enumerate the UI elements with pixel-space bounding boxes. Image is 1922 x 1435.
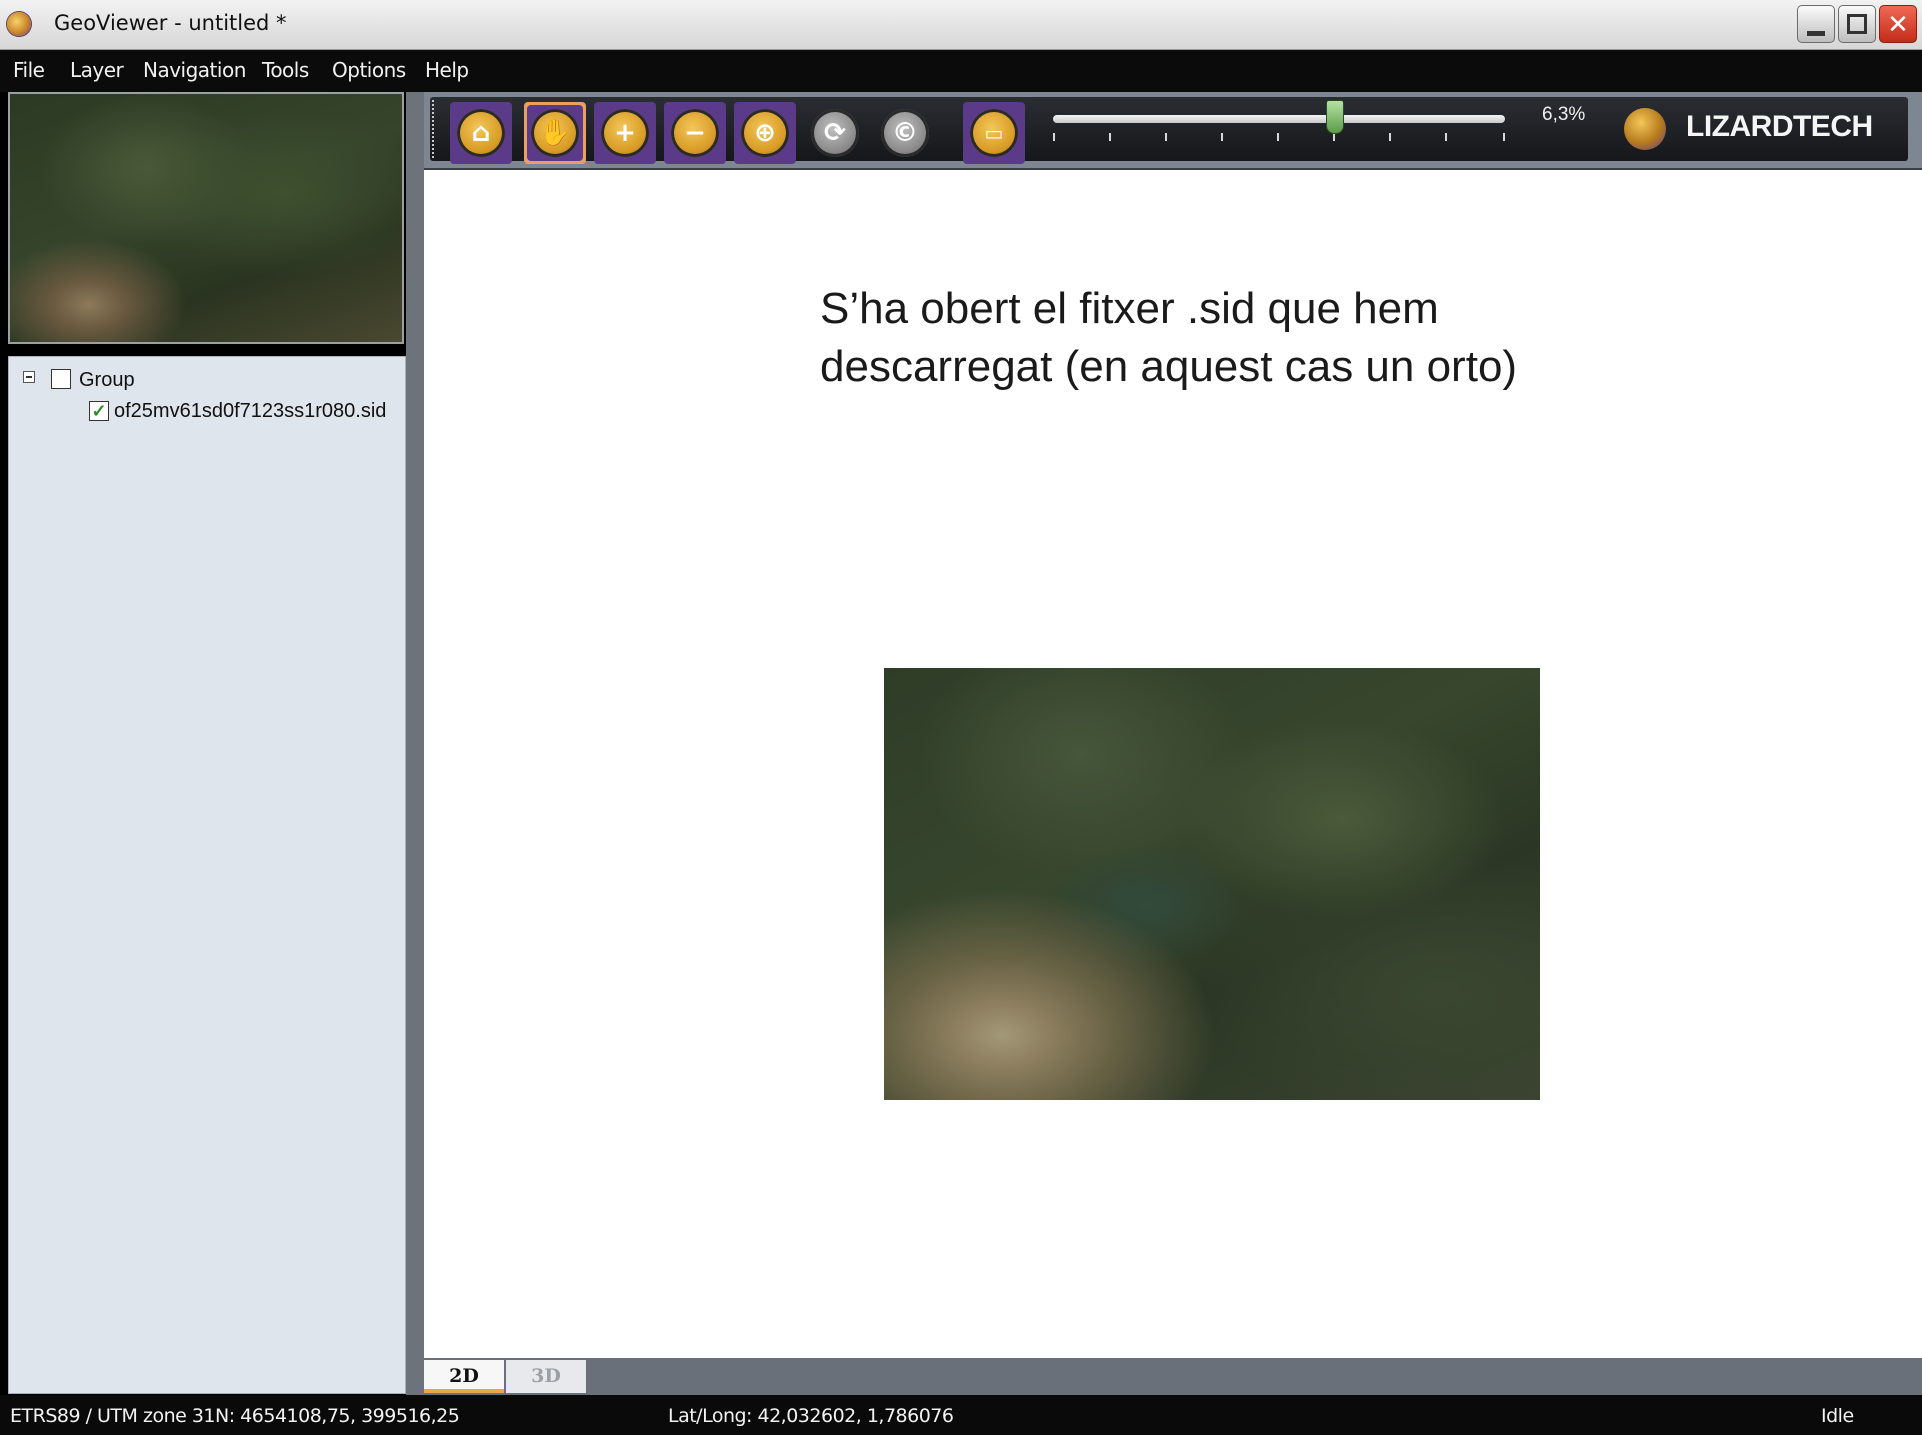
map-canvas[interactable]: S’ha obert el fitxer .sid que hem descar… — [424, 170, 1922, 1358]
home-button[interactable]: ⌂ — [457, 109, 505, 157]
layer-panel: Group ✓ of25mv61sd0f7123ss1r080.sid — [8, 356, 406, 1394]
menu-file[interactable]: File — [13, 58, 45, 82]
ruler-icon: ▭ — [984, 121, 1004, 145]
status-state: Idle — [1821, 1405, 1854, 1427]
sync-button[interactable]: ⟳ — [811, 109, 859, 157]
title-bar: GeoViewer - untitled * ✕ — [0, 0, 1922, 50]
annotation-line-1: S’ha obert el fitxer .sid que hem — [820, 284, 1439, 333]
group-label[interactable]: Group — [79, 369, 135, 392]
collapse-group-icon[interactable] — [23, 371, 35, 383]
overview-map[interactable] — [8, 92, 404, 344]
crosshair-icon: ⊕ — [754, 118, 776, 148]
zoom-in-button[interactable]: + — [601, 109, 649, 157]
minimize-button[interactable] — [1797, 5, 1835, 43]
panel-splitter[interactable] — [406, 92, 424, 1395]
tab-2d[interactable]: 2D — [424, 1360, 504, 1393]
window-title: GeoViewer - untitled * — [54, 11, 287, 35]
hand-icon: ✋ — [538, 118, 572, 148]
latlong-coordinates: Lat/Long: 42,032602, 1,786076 — [668, 1405, 954, 1427]
projection-coordinates: ETRS89 / UTM zone 31N: 4654108,75, 39951… — [10, 1405, 460, 1427]
measure-button[interactable]: ▭ — [970, 109, 1018, 157]
group-checkbox[interactable] — [51, 369, 71, 389]
refresh-icon: © — [892, 118, 918, 148]
layer-file-label[interactable]: of25mv61sd0f7123ss1r080.sid — [114, 400, 386, 423]
minus-icon: − — [684, 118, 706, 148]
tab-3d[interactable]: 3D — [506, 1360, 586, 1393]
view-tabs: 2D 3D — [424, 1358, 1922, 1395]
zoom-slider-thumb[interactable] — [1326, 100, 1344, 134]
orthophoto-image — [884, 668, 1540, 1100]
home-icon: ⌂ — [471, 118, 491, 148]
brand-logo: LIZARDTECH — [1686, 110, 1873, 143]
zoom-out-button[interactable]: − — [671, 109, 719, 157]
zoom-percent: 6,3% — [1542, 104, 1586, 125]
layer-file-checkbox[interactable]: ✓ — [89, 401, 109, 421]
toolbar-grip[interactable] — [432, 100, 438, 158]
globe-icon — [1624, 108, 1666, 150]
center-button[interactable]: ⊕ — [741, 109, 789, 157]
menu-navigation[interactable]: Navigation — [143, 58, 246, 82]
pan-button[interactable]: ✋ — [531, 109, 579, 157]
annotation-line-2: descarregat (en aquest cas un orto) — [820, 342, 1518, 391]
refresh-button[interactable]: © — [881, 109, 929, 157]
zoom-slider-track[interactable] — [1053, 115, 1505, 123]
menu-options[interactable]: Options — [332, 58, 406, 82]
menu-tools[interactable]: Tools — [262, 58, 309, 82]
menu-layer[interactable]: Layer — [70, 58, 124, 82]
app-globe-icon — [7, 12, 31, 36]
plus-icon: + — [614, 118, 636, 148]
close-button[interactable]: ✕ — [1879, 5, 1917, 43]
sync-icon: ⟳ — [824, 118, 846, 148]
close-icon: ✕ — [1887, 10, 1909, 40]
menu-help[interactable]: Help — [425, 58, 469, 82]
minimize-icon — [1807, 31, 1825, 36]
annotation-text: S’ha obert el fitxer .sid que hem descar… — [820, 280, 1517, 396]
maximize-button[interactable] — [1838, 5, 1876, 43]
menu-bar: File Layer Navigation Tools Options Help — [0, 50, 1922, 92]
status-bar: ETRS89 / UTM zone 31N: 4654108,75, 39951… — [0, 1395, 1922, 1435]
zoom-slider-ticks — [1053, 133, 1505, 143]
maximize-icon — [1847, 14, 1867, 34]
